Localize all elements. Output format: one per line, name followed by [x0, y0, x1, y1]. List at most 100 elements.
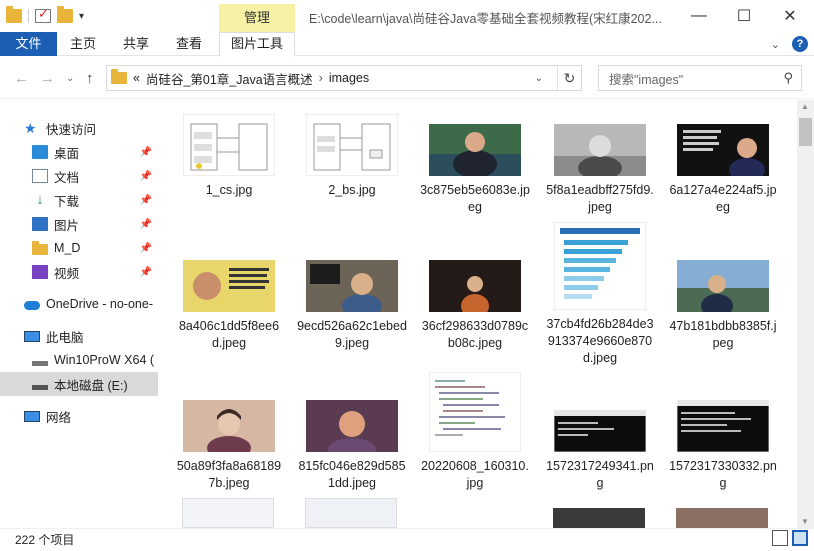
- file-item[interactable]: 3c875eb5e6083e.jpeg: [420, 124, 530, 216]
- new-folder-icon[interactable]: [57, 6, 73, 23]
- pin-icon[interactable]: 📌: [140, 147, 152, 158]
- drive-icon: [32, 360, 48, 366]
- thumbnail-code-screenshot: [429, 372, 521, 452]
- nav-quick-access[interactable]: ★ 快速访问: [0, 116, 158, 140]
- file-item[interactable]: 1572317330332.png: [668, 400, 778, 492]
- file-item[interactable]: 8a406c1dd5f8ee6d.jpeg: [174, 260, 284, 352]
- thumbnail-portrait: [183, 400, 275, 452]
- pin-icon[interactable]: 📌: [140, 219, 152, 230]
- address-bar[interactable]: « 尚硅谷_第01章_Java语言概述 › images ⌄: [106, 65, 582, 91]
- scrollbar-thumb[interactable]: [799, 118, 812, 146]
- file-name: 1572317330332.png: [669, 459, 777, 490]
- properties-icon[interactable]: [35, 6, 51, 23]
- file-item[interactable]: 36cf298633d0789cb08c.jpeg: [420, 260, 530, 352]
- scroll-up-icon[interactable]: ▲: [801, 102, 809, 111]
- minimize-button[interactable]: —: [676, 0, 722, 32]
- breadcrumb-item[interactable]: images: [329, 71, 369, 85]
- file-item[interactable]: 1572317249341.png: [545, 410, 655, 492]
- forward-arrow-icon[interactable]: →: [40, 70, 55, 87]
- thumbnail-photo: [429, 260, 521, 312]
- file-thumbnail-partial[interactable]: [676, 508, 768, 528]
- maximize-button[interactable]: ☐: [721, 0, 767, 32]
- expand-ribbon-icon[interactable]: ⌄: [771, 38, 780, 51]
- nav-network[interactable]: 网络: [0, 404, 158, 428]
- address-dropdown-icon[interactable]: ⌄: [535, 73, 543, 84]
- search-input[interactable]: 搜索"images" ⚲: [598, 65, 802, 91]
- pin-icon[interactable]: 📌: [140, 171, 152, 182]
- tab-picture-tools-label: 图片工具: [230, 36, 283, 51]
- file-item[interactable]: 47b181bdbb8385f.jpeg: [668, 260, 778, 352]
- file-item[interactable]: 37cb4fd26b284de3913374e9660e870d.jpeg: [545, 222, 655, 367]
- ribbon-controls: ⌄ ?: [771, 36, 808, 52]
- nav-this-pc[interactable]: 此电脑: [0, 324, 158, 348]
- file-name: 6a127a4e224af5.jpeg: [669, 183, 777, 214]
- file-item[interactable]: 9ecd526a62c1ebed9.jpeg: [297, 260, 407, 352]
- file-name: 5f8a1eadbff275fd9.jpeg: [546, 183, 654, 214]
- nav-item-pictures[interactable]: 图片 📌: [0, 212, 158, 236]
- nav-item-downloads[interactable]: ↓ 下载 📌: [0, 188, 158, 212]
- pin-icon[interactable]: 📌: [140, 267, 152, 278]
- nav-drive-c[interactable]: Win10ProW X64 (: [0, 348, 158, 372]
- nav-label: OneDrive - no-one-: [46, 297, 153, 311]
- nav-onedrive[interactable]: OneDrive - no-one-: [0, 292, 158, 316]
- pin-icon[interactable]: 📌: [140, 243, 152, 254]
- up-arrow-icon[interactable]: ↑: [86, 70, 94, 87]
- thumbnail-photo: [183, 260, 275, 312]
- back-arrow-icon[interactable]: ←: [14, 70, 29, 87]
- file-name: 1572317249341.png: [546, 459, 654, 490]
- file-thumbnail-partial[interactable]: [182, 498, 274, 528]
- customize-toolbar-icon[interactable]: ▾: [79, 11, 84, 22]
- refresh-button[interactable]: ↻: [557, 66, 581, 90]
- folder-icon: [32, 240, 48, 255]
- window-title: E:\code\learn\java\尚硅谷Java零基础全套视频教程(宋红康2…: [309, 12, 662, 26]
- file-name: 20220608_160310.jpg: [421, 459, 529, 490]
- thumbnail-photo: [306, 400, 398, 452]
- tab-picture-tools[interactable]: 图片工具: [219, 32, 295, 57]
- close-button[interactable]: ✕: [767, 0, 813, 32]
- file-name: 2_bs.jpg: [328, 183, 376, 197]
- cloud-icon: [24, 300, 40, 310]
- thumbnail-terminal: [677, 400, 769, 452]
- nav-label: 网络: [46, 410, 72, 425]
- tab-view[interactable]: 查看: [168, 32, 210, 56]
- nav-item-documents[interactable]: 文档 📌: [0, 164, 158, 188]
- file-item[interactable]: 2_bs.jpg: [297, 114, 407, 199]
- scroll-down-icon[interactable]: ▼: [801, 517, 809, 526]
- recent-locations-icon[interactable]: ⌄: [66, 73, 74, 84]
- desktop-icon: [32, 145, 48, 159]
- navigation-pane: ★ 快速访问 桌面 📌 文档 📌 ↓ 下载 📌 图片 📌 M_D 📌 视频 📌 …: [0, 100, 160, 528]
- file-thumbnail-partial[interactable]: [553, 508, 645, 528]
- file-name: 47b181bdbb8385f.jpeg: [669, 319, 777, 350]
- file-item[interactable]: 50a89f3fa8a681897b.jpeg: [174, 400, 284, 492]
- file-name: 36cf298633d0789cb08c.jpeg: [421, 319, 529, 350]
- large-icons-view-icon[interactable]: [792, 530, 808, 546]
- nav-label: M_D: [54, 241, 81, 255]
- vertical-scrollbar[interactable]: [797, 100, 814, 528]
- details-view-icon[interactable]: [772, 530, 788, 546]
- nav-item-videos[interactable]: 视频 📌: [0, 260, 158, 284]
- nav-item-md[interactable]: M_D 📌: [0, 236, 158, 260]
- item-count: 222 个项目: [15, 533, 75, 547]
- tab-file[interactable]: 文件: [0, 32, 57, 56]
- folder-icon[interactable]: [6, 6, 22, 23]
- file-item[interactable]: 6a127a4e224af5.jpeg: [668, 124, 778, 216]
- file-name: 50a89f3fa8a681897b.jpeg: [176, 459, 282, 490]
- thumbnail-photo: [554, 124, 646, 176]
- file-item[interactable]: 20220608_160310.jpg: [420, 372, 530, 492]
- file-item[interactable]: 1_cs.jpg: [174, 114, 284, 199]
- nav-drive-e[interactable]: 本地磁盘 (E:): [0, 372, 158, 396]
- nav-label: 文档: [54, 170, 80, 185]
- file-thumbnail-partial[interactable]: [305, 498, 397, 528]
- file-name: 37cb4fd26b284de3913374e9660e870d.jpeg: [546, 317, 654, 365]
- tab-home[interactable]: 主页: [62, 32, 104, 56]
- file-item[interactable]: 815fc046e829d5851dd.jpeg: [297, 400, 407, 492]
- file-item[interactable]: 5f8a1eadbff275fd9.jpeg: [545, 124, 655, 216]
- tab-share[interactable]: 共享: [115, 32, 157, 56]
- pin-icon[interactable]: 📌: [140, 195, 152, 206]
- nav-item-desktop[interactable]: 桌面 📌: [0, 140, 158, 164]
- manage-context-tab[interactable]: 管理: [219, 4, 295, 32]
- star-icon: ★: [24, 120, 37, 136]
- help-icon[interactable]: ?: [792, 36, 808, 52]
- breadcrumb-item[interactable]: 尚硅谷_第01章_Java语言概述: [146, 69, 313, 88]
- breadcrumb-overflow[interactable]: «: [133, 71, 140, 85]
